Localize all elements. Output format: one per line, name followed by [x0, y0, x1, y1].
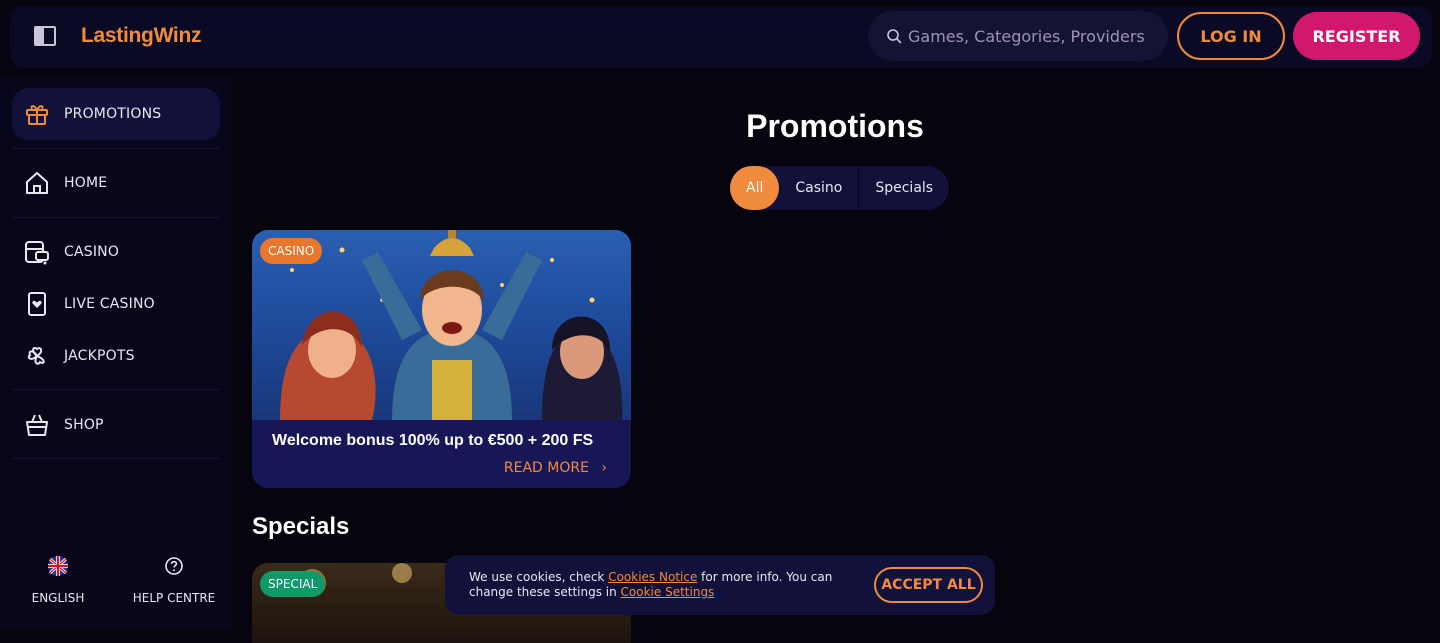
- cookie-text-part: We use cookies, check: [469, 570, 609, 584]
- sidebar-item-live-casino[interactable]: LIVE CASINO: [12, 278, 220, 330]
- filter-tab-all[interactable]: All: [730, 166, 780, 210]
- filter-tab-casino[interactable]: Casino: [779, 166, 858, 210]
- register-button[interactable]: REGISTER: [1293, 12, 1420, 60]
- clover-icon: [27, 347, 45, 365]
- top-bar: LastingWinz LOG IN REGISTER: [10, 6, 1432, 68]
- sidebar-item-label: SHOP: [64, 417, 104, 433]
- sidebar-item-label: HOME: [64, 175, 108, 191]
- divider: [12, 217, 220, 218]
- cookie-settings-link[interactable]: Cookie Settings: [621, 585, 715, 599]
- sidebar-item-jackpots[interactable]: JACKPOTS: [12, 330, 220, 382]
- filter-tabs: All Casino Specials: [730, 166, 950, 210]
- sidebar-item-home[interactable]: HOME: [12, 157, 220, 209]
- sidebar-item-shop[interactable]: SHOP: [12, 399, 220, 451]
- language-selector[interactable]: ENGLISH: [0, 556, 116, 605]
- login-button[interactable]: LOG IN: [1177, 12, 1285, 60]
- sidebar-footer: ENGLISH HELP CENTRE: [0, 556, 232, 626]
- sidebar-item-casino[interactable]: CASINO: [12, 226, 220, 278]
- divider: [12, 148, 220, 149]
- promo-card-title: Welcome bonus 100% up to €500 + 200 FS: [272, 432, 594, 449]
- uk-flag-icon: [48, 556, 68, 576]
- sidebar-item-label: CASINO: [64, 244, 120, 260]
- sidebar-toggle-icon[interactable]: [34, 26, 56, 46]
- search-box[interactable]: [868, 11, 1168, 61]
- promo-card-image: CASINO: [252, 230, 631, 420]
- sidebar: PROMOTIONS HOME CASINO LIVE CASINO JACKP…: [0, 78, 232, 630]
- search-icon: [887, 29, 902, 44]
- site-logo[interactable]: LastingWinz: [81, 24, 201, 48]
- language-label: ENGLISH: [31, 591, 85, 605]
- accept-all-button[interactable]: ACCEPT ALL: [874, 567, 983, 603]
- cookie-banner: We use cookies, check Cookies Notice for…: [445, 555, 995, 615]
- help-centre-link[interactable]: HELP CENTRE: [116, 556, 232, 605]
- card-icon: [28, 292, 46, 316]
- divider: [12, 458, 220, 459]
- home-icon: [26, 172, 48, 194]
- sidebar-item-label: JACKPOTS: [64, 348, 135, 364]
- help-centre-label: HELP CENTRE: [132, 591, 216, 605]
- specials-section-title: Specials: [252, 513, 350, 540]
- chevron-right-icon: ›: [601, 460, 607, 476]
- category-badge: CASINO: [260, 238, 323, 264]
- category-badge: SPECIAL: [260, 571, 326, 597]
- help-icon: [165, 557, 183, 575]
- read-more-link[interactable]: READ MORE ›: [504, 460, 607, 476]
- divider: [12, 389, 220, 390]
- page-title: Promotions: [746, 108, 924, 144]
- slot-machine-icon: [25, 241, 49, 265]
- search-input[interactable]: [908, 11, 1158, 61]
- read-more-label: READ MORE: [503, 460, 589, 476]
- filter-tab-specials[interactable]: Specials: [858, 166, 949, 210]
- promo-card[interactable]: CASINO Welcome bonus 100% up to €500 + 2…: [252, 230, 631, 488]
- cookies-notice-link[interactable]: Cookies Notice: [608, 570, 697, 584]
- cookie-text: We use cookies, check Cookies Notice for…: [469, 570, 839, 600]
- basket-icon: [26, 414, 48, 436]
- sidebar-item-label: LIVE CASINO: [64, 296, 155, 312]
